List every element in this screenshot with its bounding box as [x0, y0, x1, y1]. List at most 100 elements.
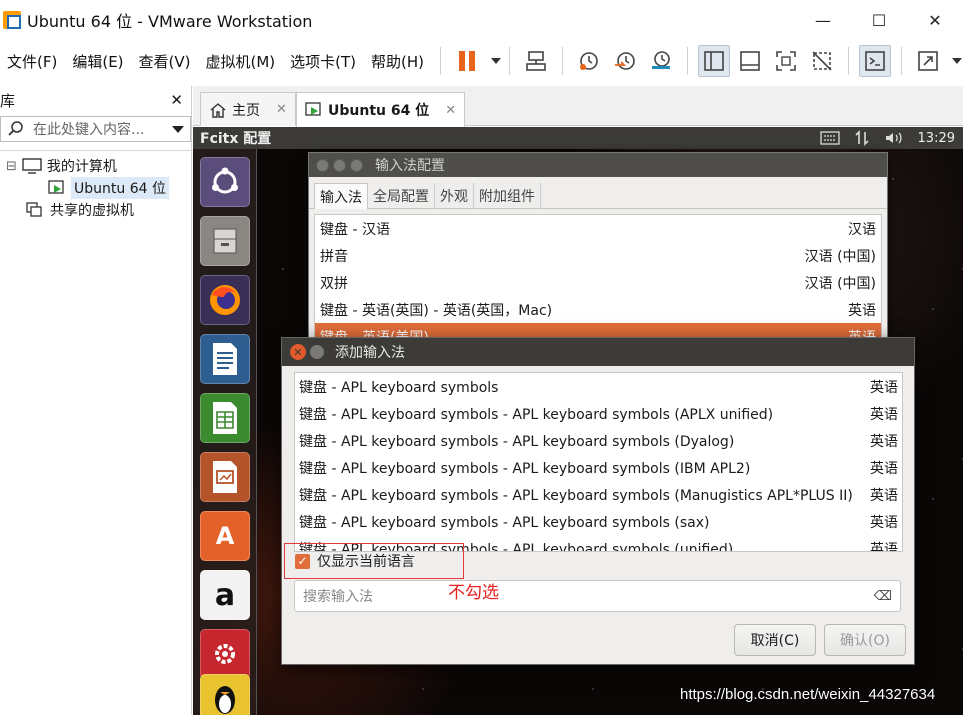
tab-input-method[interactable]: 输入法 — [314, 183, 368, 209]
list-item[interactable]: 键盘 - APL keyboard symbols - APL keyboard… — [295, 427, 902, 454]
window-titlebar: Ubuntu 64 位 - VMware Workstation — ☐ ✕ — [0, 0, 963, 40]
network-indicator-icon[interactable] — [854, 130, 870, 146]
menu-edit[interactable]: 编辑(E) — [65, 51, 131, 72]
collapse-icon[interactable]: ⊟ — [6, 159, 17, 174]
amazon-icon[interactable]: a — [200, 570, 250, 620]
library-search-input[interactable]: 在此处键入内容... — [0, 116, 191, 142]
only-current-language-checkbox[interactable]: ✓ 仅显示当前语言 — [284, 543, 464, 579]
dialog-titlebar: ✕ 添加输入法 — [282, 338, 914, 366]
library-panel: 库 ✕ 在此处键入内容... ⊟ 我的计算机 Ubuntu 64 位 共享的虚拟… — [0, 86, 192, 715]
console-view-button[interactable] — [734, 45, 766, 77]
close-button[interactable]: ✕ — [907, 0, 963, 40]
menu-help[interactable]: 帮助(H) — [364, 51, 432, 72]
tab-close-icon[interactable]: ✕ — [276, 102, 287, 117]
library-title: 库 — [0, 91, 16, 110]
menu-view[interactable]: 查看(V) — [132, 51, 199, 72]
im-lang: 英语 — [870, 487, 898, 504]
writer-icon[interactable] — [200, 334, 250, 384]
window-controls: — ☐ ✕ — [795, 0, 963, 40]
tab-global-config[interactable]: 全局配置 — [368, 183, 435, 209]
list-item[interactable]: 键盘 - APL keyboard symbols - APL keyboard… — [295, 508, 902, 535]
maximize-button[interactable]: ☐ — [851, 0, 907, 40]
list-item[interactable]: 键盘 - APL keyboard symbols - APL keyboard… — [295, 481, 902, 508]
dialog-title: 添加输入法 — [335, 345, 405, 361]
search-dropdown-icon[interactable] — [172, 125, 184, 133]
im-lang: 英语 — [848, 302, 876, 319]
revert-snapshot-button[interactable] — [609, 45, 641, 77]
list-item[interactable]: 键盘 - APL keyboard symbols 英语 — [295, 373, 902, 400]
home-icon — [210, 102, 226, 118]
tab-home[interactable]: 主页 ✕ — [200, 92, 296, 126]
list-item[interactable]: 拼音 汉语 (中国) — [315, 242, 881, 269]
pause-dropdown-icon[interactable] — [491, 58, 502, 64]
window-title: Ubuntu 64 位 - VMware Workstation — [27, 12, 313, 31]
settings-icon[interactable] — [200, 629, 250, 679]
snapshot-button[interactable] — [573, 45, 605, 77]
search-input[interactable]: 搜索输入法 ⌫ — [294, 580, 901, 612]
cancel-button[interactable]: 取消(C) — [734, 624, 816, 656]
presentation-icon — [213, 461, 237, 493]
penguin-icon — [215, 686, 235, 714]
im-name: 键盘 - APL keyboard symbols - APL keyboard… — [299, 487, 853, 504]
files-icon[interactable] — [200, 216, 250, 266]
config-window-controls[interactable] — [316, 158, 363, 172]
stretch-icon — [918, 51, 938, 71]
im-name: 键盘 - APL keyboard symbols - APL keyboard… — [299, 406, 774, 423]
snapshot-manager-icon — [652, 51, 671, 69]
fullscreen-icon — [776, 51, 796, 71]
menu-vm[interactable]: 虚拟机(M) — [199, 51, 284, 72]
library-view-button[interactable] — [698, 45, 731, 77]
clock[interactable]: 13:29 — [918, 131, 955, 146]
im-name: 键盘 - 汉语 — [320, 221, 390, 238]
im-lang: 英语 — [870, 379, 898, 396]
add-input-method-dialog: ✕ 添加输入法 键盘 - APL keyboard symbols 英语 键盘 -… — [281, 337, 915, 665]
tab-strip: 主页 ✕ Ubuntu 64 位 ✕ — [193, 86, 963, 127]
ubuntu-logo-icon — [212, 167, 238, 194]
list-item[interactable]: 键盘 - APL keyboard symbols - APL keyboard… — [295, 400, 902, 427]
impress-icon[interactable] — [200, 452, 250, 502]
checkmark-icon[interactable]: ✓ — [295, 553, 310, 569]
tree-item-ubuntu-vm[interactable]: Ubuntu 64 位 — [0, 177, 191, 199]
tab-close-icon[interactable]: ✕ — [445, 103, 456, 118]
list-item[interactable]: 双拼 汉语 (中国) — [315, 269, 881, 296]
volume-indicator-icon[interactable] — [884, 130, 904, 146]
tab-ubuntu[interactable]: Ubuntu 64 位 ✕ — [296, 92, 466, 127]
tree-label: 我的计算机 — [46, 159, 117, 175]
firefox-icon[interactable] — [200, 275, 250, 325]
dialog-minimize-button[interactable] — [310, 345, 324, 359]
dialog-close-button[interactable]: ✕ — [290, 344, 306, 360]
im-lang: 汉语 (中国) — [804, 248, 876, 265]
im-name: 键盘 - APL keyboard symbols - APL keyboard… — [299, 460, 751, 477]
ok-button[interactable]: 确认(O) — [824, 624, 906, 656]
pause-button[interactable] — [451, 45, 483, 77]
vm-running-icon — [48, 180, 64, 194]
search-placeholder: 搜索输入法 — [303, 589, 373, 605]
qq-penguin-icon[interactable] — [200, 674, 250, 715]
list-item[interactable]: 键盘 - APL keyboard symbols - APL keyboard… — [295, 454, 902, 481]
minimize-button[interactable]: — — [795, 0, 851, 40]
menu-tabs[interactable]: 选项卡(T) — [283, 51, 364, 72]
tab-addons[interactable]: 附加组件 — [474, 183, 541, 209]
library-close-button[interactable]: ✕ — [170, 91, 183, 109]
ubuntu-dash-icon[interactable] — [200, 157, 250, 207]
clear-search-icon[interactable]: ⌫ — [874, 589, 892, 604]
wrench-gear-icon — [215, 644, 235, 664]
fullscreen-button[interactable] — [770, 45, 802, 77]
menu-file[interactable]: 文件(F) — [0, 51, 65, 72]
tab-appearance[interactable]: 外观 — [435, 183, 474, 209]
config-title: 输入法配置 — [375, 158, 445, 174]
tree-item-my-computer[interactable]: ⊟ 我的计算机 — [0, 155, 191, 177]
tree-item-shared-vms[interactable]: 共享的虚拟机 — [0, 199, 191, 221]
unity-button[interactable] — [806, 45, 838, 77]
list-item[interactable]: 键盘 - 英语(英国) - 英语(英国，Mac) 英语 — [315, 296, 881, 323]
software-center-icon[interactable]: A — [200, 511, 250, 561]
terminal-button[interactable] — [859, 45, 892, 77]
stretch-dropdown-icon[interactable] — [952, 58, 963, 64]
send-ctrl-alt-del-button[interactable] — [520, 45, 552, 77]
keyboard-indicator-icon[interactable] — [819, 131, 840, 145]
vm-display[interactable]: Fcitx 配置 13:29 A a 输入法配置 输入法 全局配置 外观 附加组… — [193, 127, 963, 715]
list-item[interactable]: 键盘 - 汉语 汉语 — [315, 215, 881, 242]
snapshot-manager-button[interactable] — [645, 45, 677, 77]
calc-icon[interactable] — [200, 393, 250, 443]
stretch-button[interactable] — [912, 45, 944, 77]
